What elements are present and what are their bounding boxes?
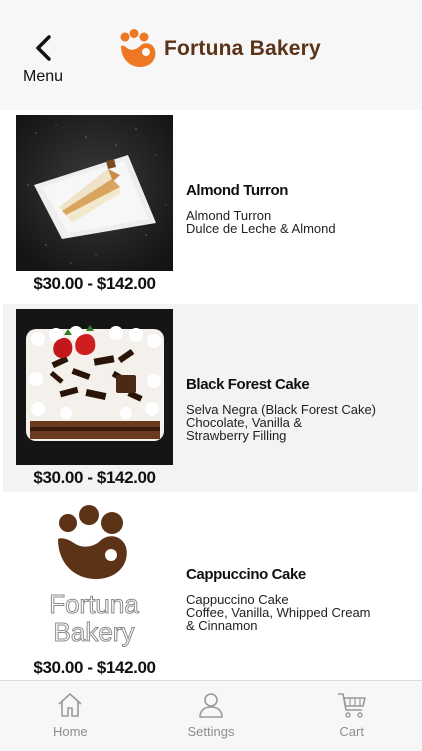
product-title: Cappuccino Cake xyxy=(186,566,306,583)
product-item-cappuccino-cake[interactable]: Fortuna Bakery $30.00 - $142.00 Cappucci… xyxy=(3,494,418,682)
cart-icon xyxy=(337,693,366,718)
product-image-placeholder: Fortuna Bakery xyxy=(16,499,173,655)
product-info: Cappuccino Cake Cappuccino Cake Coffee, … xyxy=(186,566,410,632)
brand-name: Fortuna Bakery xyxy=(164,37,321,60)
menu-back-button[interactable]: Menu xyxy=(20,34,66,88)
product-info: Almond Turron Almond Turron Dulce de Lec… xyxy=(186,182,410,235)
product-item-black-forest-cake[interactable]: $30.00 - $142.00 Black Forest Cake Selva… xyxy=(3,304,418,492)
product-info: Black Forest Cake Selva Negra (Black For… xyxy=(186,376,410,442)
product-item-almond-turron[interactable]: $30.00 - $142.00 Almond Turron Almond Tu… xyxy=(3,110,418,298)
nav-cart[interactable]: Cart xyxy=(281,681,422,751)
brand: Fortuna Bakery xyxy=(118,28,321,70)
product-price: $30.00 - $142.00 xyxy=(33,658,156,677)
bottom-nav: Home Settings Cart xyxy=(0,680,422,751)
product-description: Almond Turron Dulce de Leche & Almond xyxy=(186,208,336,236)
product-image-black-forest-cake xyxy=(16,309,173,465)
nav-home[interactable]: Home xyxy=(0,681,141,751)
product-description: Selva Negra (Black Forest Cake) Chocolat… xyxy=(186,402,377,443)
chevron-left-icon xyxy=(36,35,51,61)
nav-cart-label: Cart xyxy=(339,724,364,739)
product-description: Cappuccino Cake Coffee, Vanilla, Whipped… xyxy=(186,592,371,633)
nav-home-label: Home xyxy=(52,724,88,739)
product-price: $30.00 - $142.00 xyxy=(33,468,156,487)
product-price: $30.00 - $142.00 xyxy=(33,274,156,293)
product-title: Black Forest Cake xyxy=(186,376,310,393)
placeholder-logo-line1: Fortuna xyxy=(49,589,139,619)
placeholder-logo-line2: Bakery xyxy=(54,617,135,647)
user-icon xyxy=(199,693,223,718)
home-icon xyxy=(58,693,82,717)
nav-settings[interactable]: Settings xyxy=(141,681,282,751)
menu-label: Menu xyxy=(22,68,64,85)
nav-settings-label: Settings xyxy=(187,724,235,739)
fortuna-logo-icon xyxy=(120,29,156,67)
product-image-almond-turron xyxy=(16,115,173,271)
app-header: Menu Fortuna Bakery xyxy=(0,0,422,110)
product-title: Almond Turron xyxy=(186,182,289,199)
